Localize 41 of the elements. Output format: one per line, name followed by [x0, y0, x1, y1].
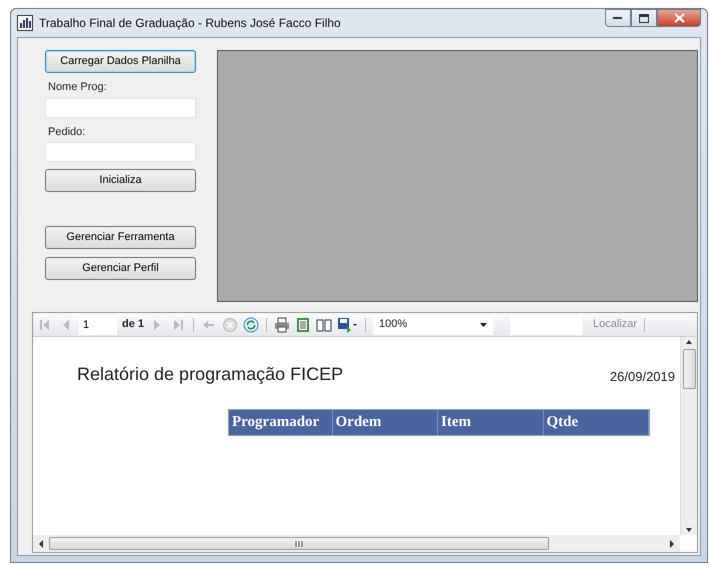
save-icon[interactable] [337, 316, 358, 332]
horizontal-scrollbar[interactable] [33, 535, 680, 552]
window-title: Trabalho Final de Graduação - Rubens José Facco Filho [39, 15, 341, 32]
column-header: Ordem [332, 410, 438, 434]
left-arrow-icon[interactable] [37, 538, 45, 548]
input-field[interactable] [45, 98, 196, 118]
maximize-button[interactable] [631, 9, 657, 27]
action-button[interactable]: Gerenciar Ferramenta [45, 226, 196, 249]
caret-icon [480, 322, 488, 326]
refresh-icon[interactable] [243, 316, 260, 332]
print-icon[interactable] [274, 316, 290, 332]
scroll-thumb[interactable] [49, 537, 549, 550]
close-button[interactable] [657, 9, 701, 27]
book-icon[interactable] [316, 316, 332, 332]
page-number-field[interactable]: 1 [79, 314, 117, 334]
chart-icon [17, 15, 33, 31]
zoom-dropdown[interactable]: 100% [373, 314, 494, 334]
search-field[interactable] [510, 314, 582, 334]
page-count-label: de 1 [122, 317, 144, 332]
stop-icon[interactable] [222, 316, 238, 332]
page-layout-icon[interactable] [295, 316, 312, 332]
minimize-button[interactable] [605, 9, 631, 27]
scroll-thumb[interactable] [682, 349, 696, 389]
action-button[interactable]: Gerenciar Perfil [45, 257, 196, 280]
field-label: Pedido: [48, 124, 86, 140]
zoom-value: 100% [379, 317, 408, 332]
load-data-button[interactable]: Carregar Dados Planilha [45, 50, 196, 73]
close-icon [674, 13, 684, 23]
column-header: Item [438, 410, 544, 434]
column-header: Qtde [544, 410, 649, 434]
grip-icon [295, 540, 303, 546]
report-title: Relatório de programação FICEP [77, 363, 344, 386]
input-field[interactable] [45, 142, 196, 162]
column-header: Programador [229, 410, 332, 434]
right-arrow-icon[interactable] [668, 538, 676, 548]
field-label: Nome Prog: [48, 80, 108, 95]
vertical-scrollbar[interactable] [680, 337, 697, 535]
action-button[interactable]: Inicializa [45, 169, 196, 192]
maximize-icon [639, 14, 649, 22]
minimize-icon [613, 16, 623, 20]
report-date: 26/09/2019 [610, 368, 675, 386]
